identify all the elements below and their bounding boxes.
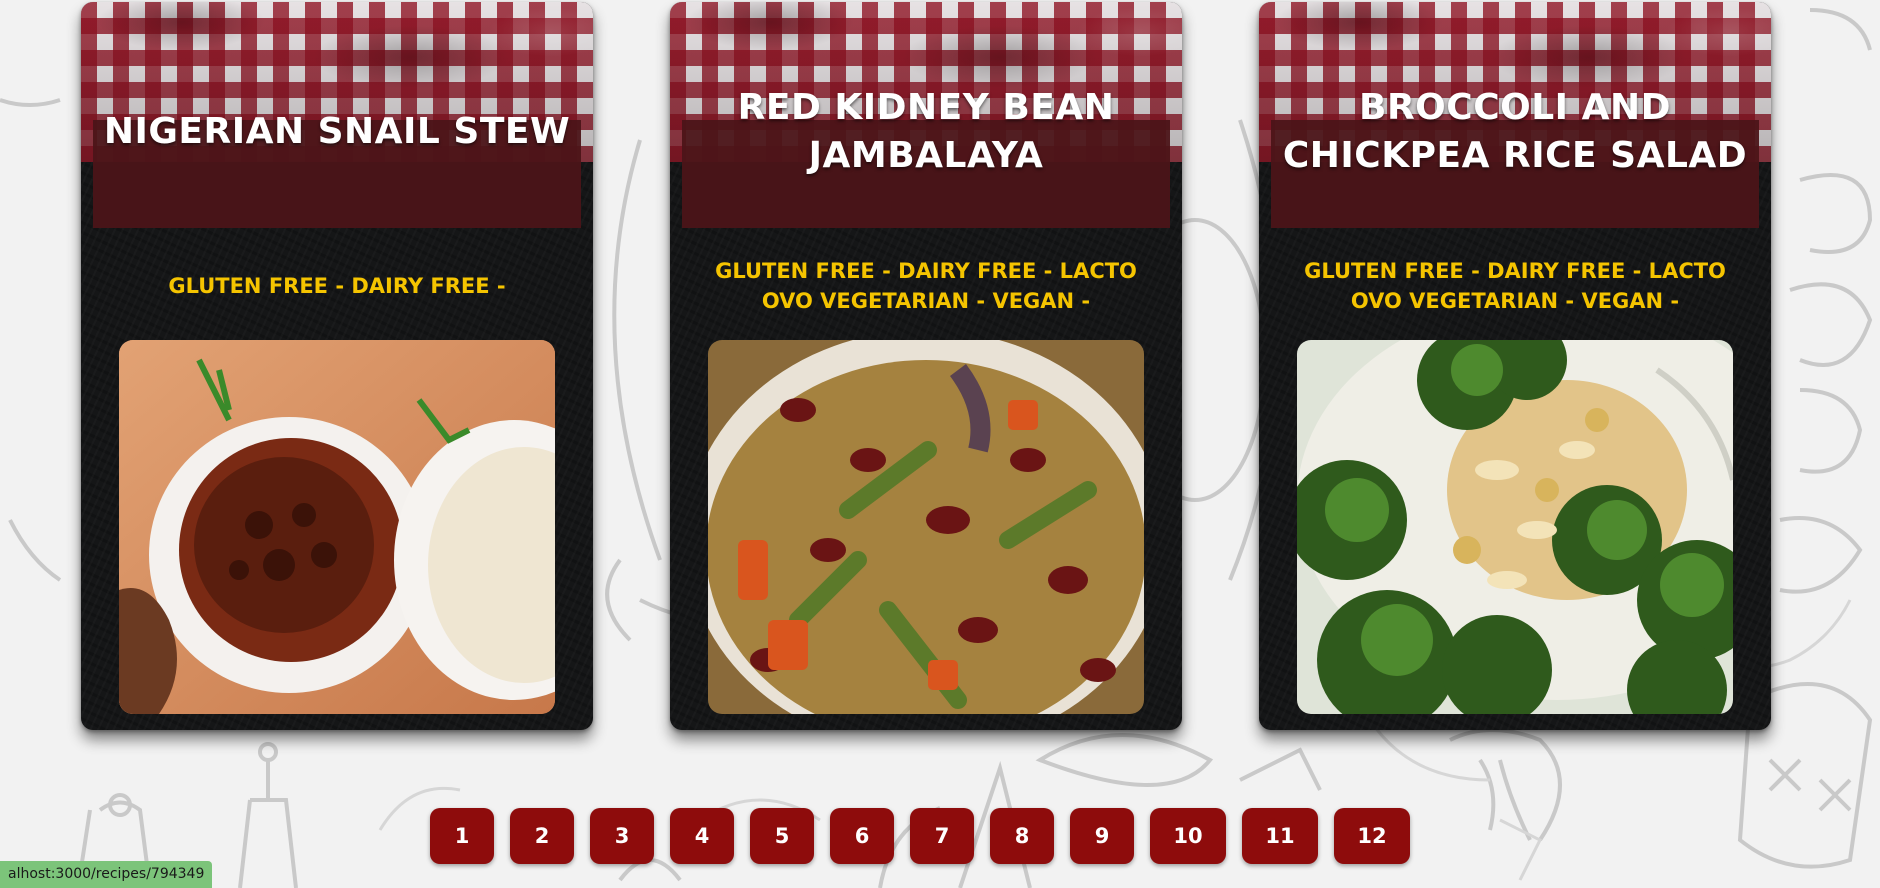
page-button-11[interactable]: 11 — [1242, 808, 1318, 864]
recipe-image[interactable] — [1297, 340, 1733, 714]
recipe-diets: GLUTEN FREE - DAIRY FREE - LACTO OVO VEG… — [715, 259, 1137, 313]
page-button-7[interactable]: 7 — [910, 808, 974, 864]
link-status-bar: alhost:3000/recipes/794349 — [0, 861, 213, 888]
recipe-image[interactable] — [119, 340, 555, 714]
pagination: 1 2 3 4 5 6 7 8 9 10 11 12 — [430, 808, 1410, 864]
page-button-2[interactable]: 2 — [510, 808, 574, 864]
page-button-3[interactable]: 3 — [590, 808, 654, 864]
recipe-diets: GLUTEN FREE - DAIRY FREE - LACTO OVO VEG… — [1304, 259, 1726, 313]
page-button-10[interactable]: 10 — [1150, 808, 1226, 864]
page-button-6[interactable]: 6 — [830, 808, 894, 864]
page-button-9[interactable]: 9 — [1070, 808, 1134, 864]
page-button-5[interactable]: 5 — [750, 808, 814, 864]
recipe-title: BROCCOLI AND CHICKPEA RICE SALAD — [1282, 87, 1748, 176]
recipe-title: RED KIDNEY BEAN JAMBALAYA — [737, 87, 1115, 176]
recipe-diets: GLUTEN FREE - DAIRY FREE - — [168, 274, 506, 298]
recipe-cards-grid: NIGERIAN SNAIL STEW GLUTEN FREE - DAIRY … — [0, 0, 1880, 740]
recipe-card[interactable]: BROCCOLI AND CHICKPEA RICE SALAD GLUTEN … — [1259, 2, 1771, 730]
page-button-1[interactable]: 1 — [430, 808, 494, 864]
recipe-title: NIGERIAN SNAIL STEW — [103, 111, 571, 152]
recipe-image[interactable] — [708, 340, 1144, 714]
recipe-card[interactable]: NIGERIAN SNAIL STEW GLUTEN FREE - DAIRY … — [81, 2, 593, 730]
page-button-12[interactable]: 12 — [1334, 808, 1410, 864]
page-button-8[interactable]: 8 — [990, 808, 1054, 864]
recipe-card[interactable]: RED KIDNEY BEAN JAMBALAYA GLUTEN FREE - … — [670, 2, 1182, 730]
page-button-4[interactable]: 4 — [670, 808, 734, 864]
